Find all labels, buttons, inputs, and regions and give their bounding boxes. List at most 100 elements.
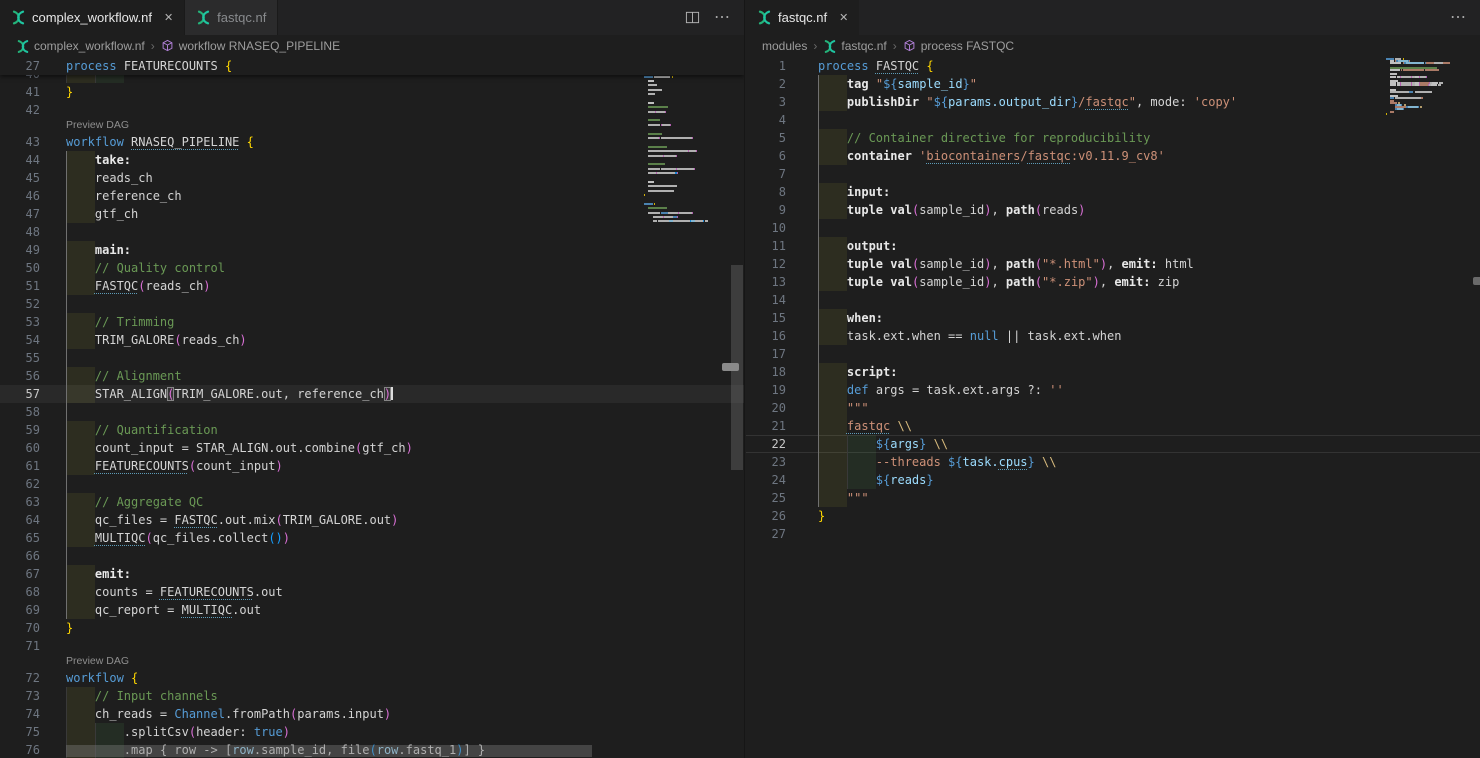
line-number[interactable]: 4: [746, 111, 786, 129]
more-actions-icon[interactable]: ⋯: [1450, 10, 1466, 26]
code-editor-right[interactable]: 1process FASTQC {2 tag "${sample_id}"3 p…: [746, 57, 1480, 758]
line-number[interactable]: 43: [0, 133, 40, 151]
line-number[interactable]: 70: [0, 619, 40, 637]
line-number[interactable]: 59: [0, 421, 40, 439]
line-number[interactable]: 27: [746, 525, 786, 543]
line-number[interactable]: 21: [746, 417, 786, 435]
code-line-5[interactable]: 5 // Container directive for reproducibi…: [746, 129, 1480, 147]
line-number[interactable]: 5: [746, 129, 786, 147]
codelens-preview-dag[interactable]: Preview DAG: [0, 119, 744, 133]
line-number[interactable]: 23: [746, 453, 786, 471]
code-line-21[interactable]: 21 fastqc \\: [746, 417, 1480, 435]
breadcrumb-item[interactable]: workflow RNASEQ_PIPELINE: [161, 39, 340, 53]
code-line-53[interactable]: 53 // Trimming: [0, 313, 744, 331]
line-number[interactable]: 44: [0, 151, 40, 169]
code-line-12[interactable]: 12 tuple val(sample_id), path("*.html"),…: [746, 255, 1480, 273]
code-line-10[interactable]: 10: [746, 219, 1480, 237]
line-number[interactable]: 42: [0, 101, 40, 119]
code-line-69[interactable]: 69 qc_report = MULTIQC.out: [0, 601, 744, 619]
line-number[interactable]: 20: [746, 399, 786, 417]
breadcrumb-item[interactable]: process FASTQC: [903, 39, 1014, 53]
editor-sash-handle[interactable]: [722, 363, 739, 371]
code-line-25[interactable]: 25 """: [746, 489, 1480, 507]
code-line-47[interactable]: 47 gtf_ch: [0, 205, 744, 223]
breadcrumb-item[interactable]: complex_workflow.nf: [16, 39, 145, 53]
code-line-7[interactable]: 7: [746, 165, 1480, 183]
code-line-46[interactable]: 46 reference_ch: [0, 187, 744, 205]
minimap[interactable]: [644, 58, 729, 225]
line-number[interactable]: 58: [0, 403, 40, 421]
code-line-13[interactable]: 13 tuple val(sample_id), path("*.zip"), …: [746, 273, 1480, 291]
line-number[interactable]: 25: [746, 489, 786, 507]
tab-complex_workflow-nf[interactable]: complex_workflow.nf✕: [0, 0, 184, 35]
line-number[interactable]: 57: [0, 385, 40, 403]
horizontal-scrollbar[interactable]: [66, 745, 592, 757]
code-line-1[interactable]: 1process FASTQC {: [746, 57, 1480, 75]
code-line-66[interactable]: 66: [0, 547, 744, 565]
close-tab-icon[interactable]: ✕: [839, 11, 848, 24]
line-number[interactable]: 75: [0, 723, 40, 741]
code-line-15[interactable]: 15 when:: [746, 309, 1480, 327]
code-line-43[interactable]: 43workflow RNASEQ_PIPELINE {: [0, 133, 744, 151]
code-line-11[interactable]: 11 output:: [746, 237, 1480, 255]
line-number[interactable]: 13: [746, 273, 786, 291]
code-line-42[interactable]: 42: [0, 101, 744, 119]
line-number[interactable]: 12: [746, 255, 786, 273]
line-number[interactable]: 16: [746, 327, 786, 345]
code-line-59[interactable]: 59 // Quantification: [0, 421, 744, 439]
line-number[interactable]: 68: [0, 583, 40, 601]
line-number[interactable]: 19: [746, 381, 786, 399]
close-tab-icon[interactable]: ✕: [164, 11, 173, 24]
line-number[interactable]: 76: [0, 741, 40, 758]
code-line-62[interactable]: 62: [0, 475, 744, 493]
code-line-27[interactable]: 27: [746, 525, 1480, 543]
line-number[interactable]: 17: [746, 345, 786, 363]
split-editor-icon[interactable]: [685, 10, 700, 25]
code-line-72[interactable]: 72workflow {: [0, 669, 744, 687]
code-line-50[interactable]: 50 // Quality control: [0, 259, 744, 277]
code-line-18[interactable]: 18 script:: [746, 363, 1480, 381]
code-line-55[interactable]: 55: [0, 349, 744, 367]
line-number[interactable]: 50: [0, 259, 40, 277]
code-line-51[interactable]: 51 FASTQC(reads_ch): [0, 277, 744, 295]
code-line-67[interactable]: 67 emit:: [0, 565, 744, 583]
code-line-71[interactable]: 71: [0, 637, 744, 655]
line-number[interactable]: 10: [746, 219, 786, 237]
line-number[interactable]: 47: [0, 205, 40, 223]
code-line-75[interactable]: 75 .splitCsv(header: true): [0, 723, 744, 741]
code-line-57[interactable]: 57 STAR_ALIGN(TRIM_GALORE.out, reference…: [0, 385, 744, 403]
line-number[interactable]: 8: [746, 183, 786, 201]
line-number[interactable]: 53: [0, 313, 40, 331]
code-line-22[interactable]: 22 ${args} \\: [746, 435, 1480, 453]
line-number[interactable]: 60: [0, 439, 40, 457]
code-line-19[interactable]: 19 def args = task.ext.args ?: '': [746, 381, 1480, 399]
sticky-scroll-line[interactable]: 27process FEATURECOUNTS {: [0, 57, 744, 75]
line-number[interactable]: 66: [0, 547, 40, 565]
tab-fastqc-nf[interactable]: fastqc.nf: [184, 0, 278, 35]
line-number[interactable]: 1: [746, 57, 786, 75]
code-line-3[interactable]: 3 publishDir "${params.output_dir}/fastq…: [746, 93, 1480, 111]
code-line-23[interactable]: 23 --threads ${task.cpus} \\: [746, 453, 1480, 471]
minimap[interactable]: [1386, 58, 1448, 117]
line-number[interactable]: 40: [0, 75, 40, 83]
line-number[interactable]: 14: [746, 291, 786, 309]
line-number[interactable]: 55: [0, 349, 40, 367]
line-number[interactable]: 27: [0, 57, 40, 75]
code-line-14[interactable]: 14: [746, 291, 1480, 309]
line-number[interactable]: 61: [0, 457, 40, 475]
line-number[interactable]: 15: [746, 309, 786, 327]
code-line-74[interactable]: 74 ch_reads = Channel.fromPath(params.in…: [0, 705, 744, 723]
code-line-61[interactable]: 61 FEATURECOUNTS(count_input): [0, 457, 744, 475]
code-line-16[interactable]: 16 task.ext.when == null || task.ext.whe…: [746, 327, 1480, 345]
code-line-20[interactable]: 20 """: [746, 399, 1480, 417]
code-line-68[interactable]: 68 counts = FEATURECOUNTS.out: [0, 583, 744, 601]
line-number[interactable]: 45: [0, 169, 40, 187]
window-edge-handle[interactable]: [1473, 277, 1480, 285]
code-editor-left[interactable]: 40 """41}42Preview DAG43workflow RNASEQ_…: [0, 57, 744, 758]
code-line-58[interactable]: 58: [0, 403, 744, 421]
line-number[interactable]: 62: [0, 475, 40, 493]
line-number[interactable]: 11: [746, 237, 786, 255]
code-line-56[interactable]: 56 // Alignment: [0, 367, 744, 385]
line-number[interactable]: 46: [0, 187, 40, 205]
line-number[interactable]: 7: [746, 165, 786, 183]
